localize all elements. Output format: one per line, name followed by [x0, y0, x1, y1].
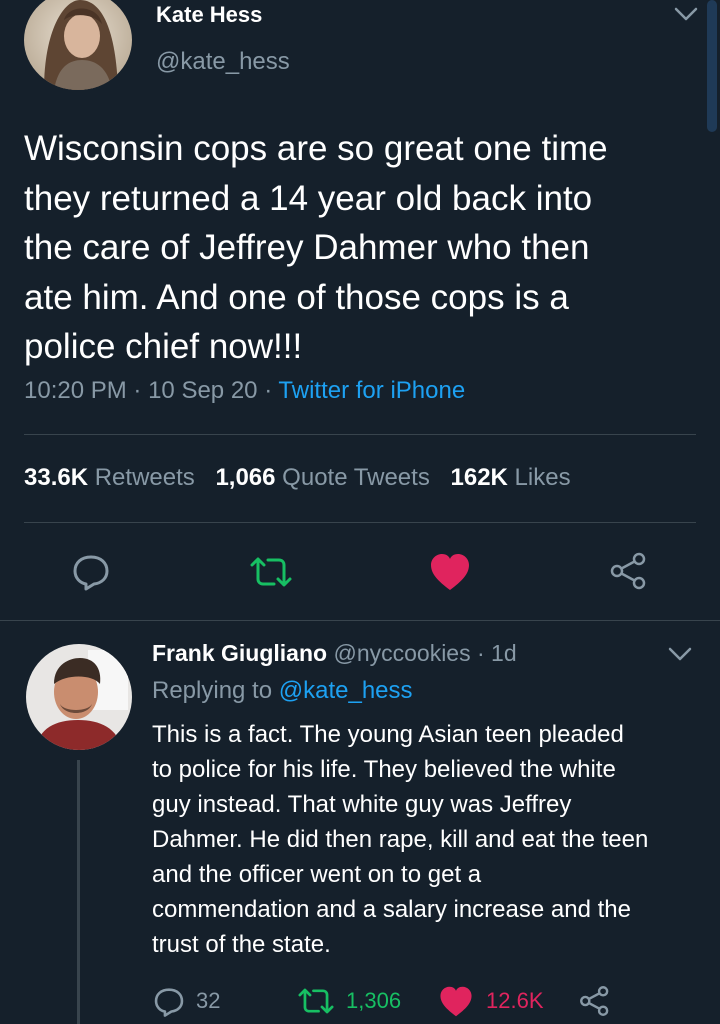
reply-replies-count: 32	[196, 988, 221, 1013]
retweets-label: Retweets	[94, 464, 195, 491]
retweet-button[interactable]	[248, 552, 294, 592]
scrollbar[interactable]	[707, 0, 717, 132]
reply-author-name[interactable]: Frank Giugliano	[152, 640, 327, 666]
tweet-text-line: they returned a 14 year old back into	[24, 178, 593, 218]
likes-count: 162K	[450, 464, 508, 491]
author-name[interactable]: Kate Hess	[156, 2, 262, 28]
tweet-text: Wisconsin cops are so great one time the…	[24, 124, 608, 372]
reply-like-button[interactable]: 12.6K	[438, 984, 544, 1018]
reply-button[interactable]	[70, 550, 112, 592]
reply-icon	[73, 555, 109, 591]
like-button[interactable]	[428, 552, 472, 592]
reply-author-avatar[interactable]	[26, 644, 132, 750]
reply-author-handle[interactable]: @nyccookies	[333, 640, 470, 666]
tweet-client-link[interactable]: Twitter for iPhone	[278, 377, 465, 404]
reply-likes-count: 12.6K	[486, 988, 544, 1013]
retweets-count: 33.6K	[24, 464, 89, 491]
reply-chevron-down-icon[interactable]	[666, 644, 694, 664]
tweet-text-line: ate him. And one of those cops is a	[24, 277, 569, 317]
reply-text-line: commendation and a salary increase and t…	[152, 896, 631, 923]
quotes-label: Quote Tweets	[282, 464, 430, 491]
meta-separator: ·	[264, 377, 273, 404]
tweet-text-line: the care of Jeffrey Dahmer who then	[24, 228, 590, 267]
meta-separator: ·	[476, 640, 485, 666]
like-icon	[431, 554, 469, 590]
meta-separator: ·	[133, 377, 142, 404]
like-icon	[440, 986, 472, 1016]
reply-age[interactable]: 1d	[491, 640, 517, 666]
divider	[24, 434, 696, 435]
reply-share-button[interactable]	[578, 984, 612, 1018]
likes-stat[interactable]: 162K Likes	[451, 464, 571, 491]
divider	[0, 620, 720, 621]
share-icon	[610, 552, 646, 590]
reply-text-line: and the officer went on to get a	[152, 861, 482, 888]
reply-retweets-count: 1,306	[346, 988, 402, 1013]
replying-to: Replying to @kate_hess	[152, 677, 413, 705]
reply-text-line: This is a fact. The young Asian teen ple…	[152, 721, 624, 748]
reply-reply-button[interactable]: 32	[152, 984, 220, 1018]
reply-text-line: trust of the state.	[152, 931, 331, 958]
reply-text-line: guy instead. That white guy was Jeffrey	[152, 791, 572, 818]
reply-icon	[154, 988, 184, 1017]
reply-text: This is a fact. The young Asian teen ple…	[152, 717, 648, 962]
author-avatar[interactable]	[24, 0, 132, 90]
retweet-icon	[250, 557, 292, 587]
reply-retweet-button[interactable]: 1,306	[296, 984, 401, 1018]
replying-to-handle[interactable]: @kate_hess	[279, 677, 413, 704]
share-button[interactable]	[608, 550, 650, 592]
reply-text-line: Dahmer. He did then rape, kill and eat t…	[152, 826, 649, 853]
tweet-time[interactable]: 10:20 PM	[24, 377, 127, 404]
replying-to-prefix: Replying to	[152, 677, 273, 704]
tweet-date[interactable]: 10 Sep 20	[148, 377, 257, 404]
chevron-down-icon[interactable]	[672, 4, 700, 24]
share-icon	[580, 986, 609, 1016]
tweet-text-line: police chief now!!!	[24, 327, 303, 366]
tweet-stats: 33.6K Retweets 1,066 Quote Tweets 162K L…	[24, 464, 571, 492]
retweet-icon	[298, 988, 334, 1014]
reply-header: Frank Giugliano @nyccookies · 1d	[152, 640, 517, 667]
thread-line	[77, 760, 80, 1024]
divider	[24, 522, 696, 523]
quotes-count: 1,066	[215, 464, 276, 491]
likes-label: Likes	[514, 464, 571, 491]
reply-text-line: to police for his life. They believed th…	[152, 756, 616, 783]
retweets-stat[interactable]: 33.6K Retweets	[24, 464, 201, 491]
author-handle[interactable]: @kate_hess	[156, 48, 290, 76]
quotes-stat[interactable]: 1,066 Quote Tweets	[215, 464, 436, 491]
tweet-text-line: Wisconsin cops are so great one time	[24, 129, 608, 168]
tweet-meta: 10:20 PM · 10 Sep 20 · Twitter for iPhon…	[24, 377, 465, 405]
